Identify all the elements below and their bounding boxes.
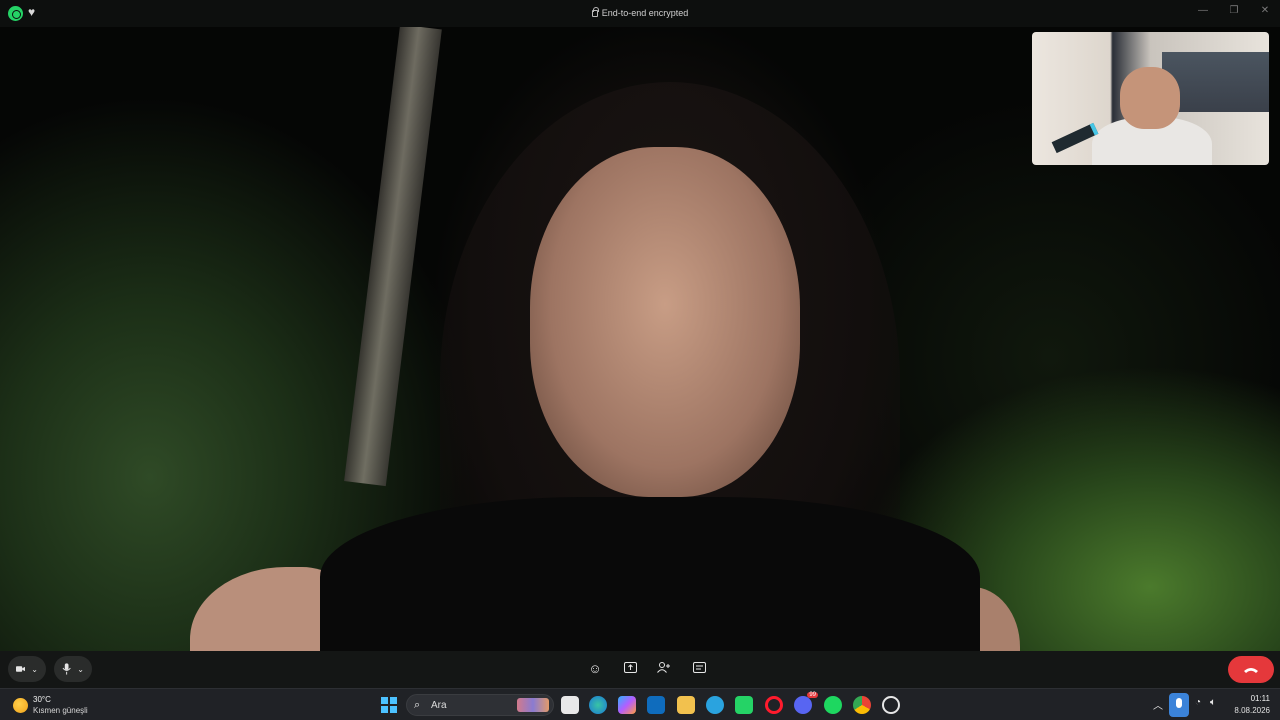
volume-icon[interactable]: 🔈︎ [1210,697,1216,708]
chevron-up-icon[interactable]: ︿ [1153,697,1163,712]
snipping-tool-icon[interactable] [882,696,900,714]
self-face [1120,67,1180,129]
opera-icon[interactable] [765,696,783,714]
chrome-icon[interactable] [853,696,871,714]
microphone-icon [62,663,71,675]
emoji-icon[interactable]: ☺ [587,661,603,677]
captions-icon[interactable] [691,661,707,677]
task-view-icon[interactable] [561,696,579,714]
weather-temperature[interactable]: 30°C [33,695,51,704]
tree-trunk [344,27,442,487]
lock-icon [591,7,599,17]
search-highlight-image [517,698,549,712]
close-button[interactable]: ✕ [1255,5,1275,16]
taskbar: 30°C Kısmen güneşli ⌕ Ara 99 ︿ ◔ 🔈︎ 01:1… [0,688,1280,720]
file-explorer-icon[interactable] [677,696,695,714]
spotify-icon[interactable] [824,696,842,714]
microphone-in-use-icon[interactable] [1169,693,1189,717]
person-shirt [320,497,980,651]
clock-time[interactable]: 01:11 [1238,694,1278,703]
weather-icon[interactable] [13,698,28,713]
discord-badge: 99 [807,692,818,698]
encryption-status: End-to-end encrypted [0,7,1280,18]
taskbar-search[interactable]: ⌕ Ara [406,694,554,716]
discord-icon[interactable]: 99 [794,692,818,714]
person-face [530,147,800,497]
mic-toggle[interactable]: ⌄ [54,656,92,682]
chevron-down-icon[interactable]: ⌄ [77,665,84,674]
camera-icon [16,666,26,672]
wifi-icon[interactable]: ◔ [1195,697,1201,708]
encryption-label: End-to-end encrypted [601,8,689,18]
minimize-button[interactable]: — [1193,5,1213,16]
camera-toggle[interactable]: ⌄ [8,656,46,682]
search-icon: ⌕ [414,699,421,711]
edge-icon[interactable] [589,696,607,714]
share-screen-icon[interactable] [622,661,638,677]
title-bar: ♥ End-to-end encrypted — ❐ ✕ [0,0,1280,27]
chevron-down-icon[interactable]: ⌄ [31,665,38,674]
end-call-button[interactable] [1228,656,1274,683]
phone-hangup-icon [1244,668,1258,673]
maximize-button[interactable]: ❐ [1224,5,1244,16]
outlook-icon[interactable] [647,696,665,714]
search-placeholder: Ara [431,700,447,711]
copilot-icon[interactable] [618,696,636,714]
clock-date[interactable]: 8.08.2026 [1226,706,1278,715]
call-controls: ⌄ ⌄ ☺ [0,651,1280,688]
add-person-icon[interactable] [656,661,672,677]
whatsapp-taskbar-icon[interactable] [735,696,753,714]
start-button[interactable] [381,697,397,713]
self-view[interactable] [1032,32,1269,165]
telegram-icon[interactable] [706,696,724,714]
weather-condition[interactable]: Kısmen güneşli [33,706,88,715]
